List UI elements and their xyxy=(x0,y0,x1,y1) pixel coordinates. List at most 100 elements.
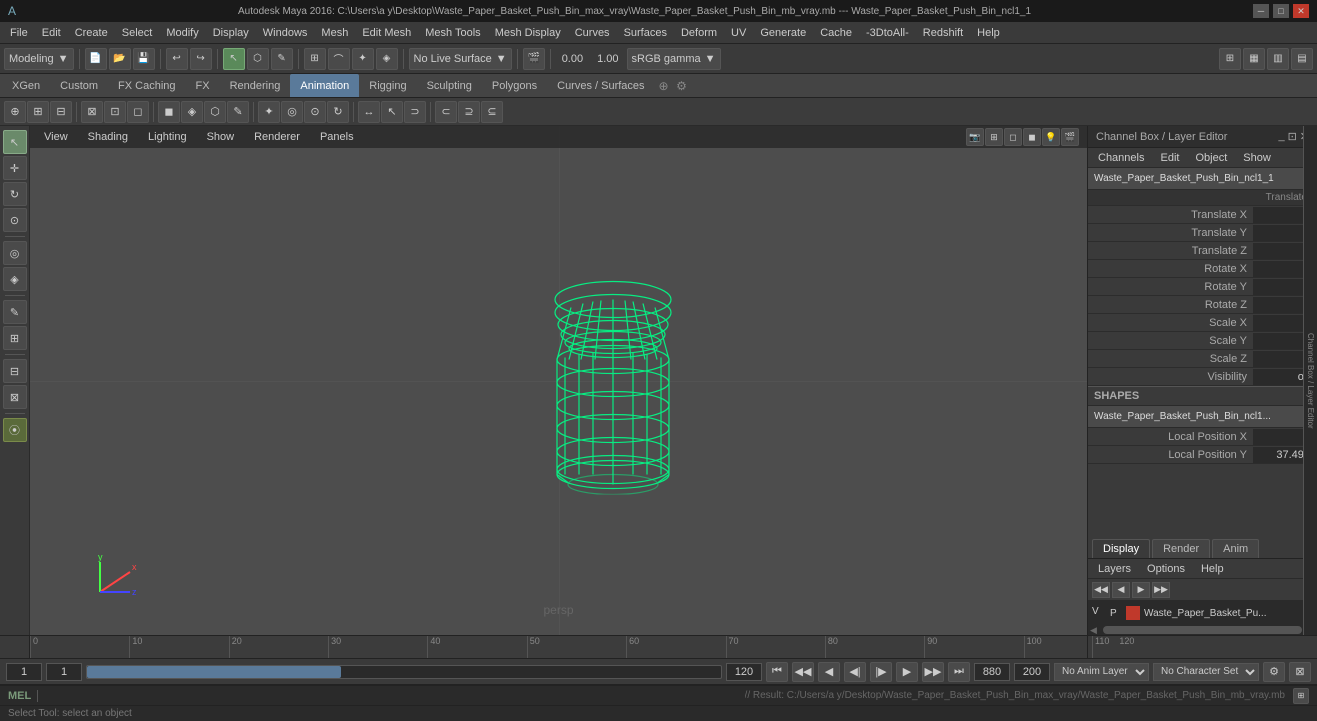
character-set-dropdown[interactable]: No Character Set xyxy=(1153,663,1259,681)
modeling-dropdown[interactable]: Modeling ▼ xyxy=(4,48,74,70)
vp-render-btn[interactable]: 🎬 xyxy=(1061,128,1079,146)
menu-item-uv[interactable]: UV xyxy=(725,25,752,41)
layout-btn1[interactable]: ⊞ xyxy=(1219,48,1241,70)
cb-minimize-icon[interactable]: _ xyxy=(1278,130,1284,143)
scroll-left-arrow[interactable]: ◀ xyxy=(1088,625,1099,636)
shelf-icon-12[interactable]: ⊙ xyxy=(304,101,326,123)
timeline-numbers[interactable]: 0 10 20 30 40 50 60 70 80 90 100 xyxy=(30,636,1087,658)
next-key-btn[interactable]: |▶ xyxy=(870,662,892,682)
attribute-editor-tab[interactable]: Channel Box / Layer Editor xyxy=(1303,126,1317,635)
layer-color-swatch[interactable] xyxy=(1126,606,1140,620)
menu-item-surfaces[interactable]: Surfaces xyxy=(618,25,673,41)
render-tab[interactable]: Render xyxy=(1152,539,1210,558)
shelf-icon-2[interactable]: ⊟ xyxy=(50,101,72,123)
menu-item-create[interactable]: Create xyxy=(69,25,114,41)
anim-tab[interactable]: Anim xyxy=(1212,539,1259,558)
script-editor-btn[interactable]: ⊞ xyxy=(1293,688,1309,704)
edit-menu[interactable]: Edit xyxy=(1156,151,1183,165)
rotate-y-row[interactable]: Rotate Y xyxy=(1088,278,1317,296)
tab-pin[interactable]: ⊕ xyxy=(655,77,673,95)
shelf-icon-7[interactable]: ◈ xyxy=(181,101,203,123)
shelf-tab-xgen[interactable]: XGen xyxy=(2,74,50,97)
menu-item-help[interactable]: Help xyxy=(971,25,1006,41)
next-frame-btn[interactable]: ▶ xyxy=(896,662,918,682)
save-button[interactable]: 💾 xyxy=(133,48,155,70)
translate-z-row[interactable]: Translate Z xyxy=(1088,242,1317,260)
channels-menu[interactable]: Channels xyxy=(1094,151,1148,165)
shading-menu[interactable]: Shading xyxy=(82,129,134,145)
vp-cam-btn[interactable]: 📷 xyxy=(966,128,984,146)
current-frame-input[interactable] xyxy=(46,663,82,681)
layer-nav-start[interactable]: ◀◀ xyxy=(1092,582,1110,598)
playback-range-slider[interactable] xyxy=(86,665,722,679)
layer-nav-prev[interactable]: ◀ xyxy=(1112,582,1130,598)
live-surface-dropdown[interactable]: No Live Surface ▼ xyxy=(409,48,512,70)
shelf-icon-5[interactable]: ◻ xyxy=(127,101,149,123)
translate-y-row[interactable]: Translate Y xyxy=(1088,224,1317,242)
display-opts-vert[interactable]: ⊟ xyxy=(3,359,27,383)
range-max-input[interactable] xyxy=(1014,663,1050,681)
menu-item-curves[interactable]: Curves xyxy=(569,25,616,41)
vp-shade-btn[interactable]: ◼ xyxy=(1023,128,1041,146)
renderer-menu[interactable]: Renderer xyxy=(248,129,306,145)
shelf-icon-17[interactable]: ⊂ xyxy=(435,101,457,123)
select-tool[interactable]: ↖ xyxy=(223,48,245,70)
menu-item-windows[interactable]: Windows xyxy=(257,25,314,41)
menu-item-generate[interactable]: Generate xyxy=(754,25,812,41)
shelf-icon-16[interactable]: ⊃ xyxy=(404,101,426,123)
menu-item-deform[interactable]: Deform xyxy=(675,25,723,41)
show-menu-cb[interactable]: Show xyxy=(1239,151,1275,165)
show-menu[interactable]: Show xyxy=(201,129,241,145)
snap-point[interactable]: ✦ xyxy=(352,48,374,70)
shelf-icon-14[interactable]: ↔ xyxy=(358,101,380,123)
prev-frame-btn[interactable]: ◀ xyxy=(818,662,840,682)
translate-x-row[interactable]: Translate X xyxy=(1088,206,1317,224)
anim-settings-btn[interactable]: ⚙ xyxy=(1263,662,1285,682)
scale-z-row[interactable]: Scale Z xyxy=(1088,350,1317,368)
shelf-tab-rigging[interactable]: Rigging xyxy=(359,74,416,97)
shelf-icon-15[interactable]: ↖ xyxy=(381,101,403,123)
rotate-x-row[interactable]: Rotate X xyxy=(1088,260,1317,278)
menu-item-modify[interactable]: Modify xyxy=(160,25,204,41)
shelf-icon-19[interactable]: ⊆ xyxy=(481,101,503,123)
shelf-tab-custom[interactable]: Custom xyxy=(50,74,108,97)
render-btn[interactable]: 🎬 xyxy=(523,48,545,70)
layout-btn2[interactable]: ▦ xyxy=(1243,48,1265,70)
render-region-vert[interactable]: ⊠ xyxy=(3,385,27,409)
close-button[interactable]: ✕ xyxy=(1293,4,1309,18)
menu-item-edit-mesh[interactable]: Edit Mesh xyxy=(356,25,417,41)
help-menu-layer[interactable]: Help xyxy=(1197,562,1228,576)
gamma-dropdown[interactable]: sRGB gamma ▼ xyxy=(627,48,721,70)
display-tab[interactable]: Display xyxy=(1092,539,1150,558)
prev-key-btn[interactable]: ◀| xyxy=(844,662,866,682)
options-menu[interactable]: Options xyxy=(1143,562,1189,576)
maximize-button[interactable]: □ xyxy=(1273,4,1289,18)
playback-end-input[interactable] xyxy=(974,663,1010,681)
new-button[interactable]: 📄 xyxy=(85,48,107,70)
shelf-tab-fx-caching[interactable]: FX Caching xyxy=(108,74,185,97)
shelf-icon-4[interactable]: ⊡ xyxy=(104,101,126,123)
scale-x-row[interactable]: Scale X xyxy=(1088,314,1317,332)
visibility-row[interactable]: Visibility xyxy=(1088,368,1317,386)
redo-button[interactable]: ↪ xyxy=(190,48,212,70)
menu-item-file[interactable]: File xyxy=(4,25,34,41)
local-pos-x-row[interactable]: Local Position X xyxy=(1088,428,1317,446)
shelf-tab-rendering[interactable]: Rendering xyxy=(220,74,291,97)
panels-menu[interactable]: Panels xyxy=(314,129,360,145)
step-back-btn[interactable]: ◀◀ xyxy=(792,662,814,682)
command-line-input[interactable] xyxy=(48,688,736,704)
menu-item-mesh-display[interactable]: Mesh Display xyxy=(489,25,567,41)
shelf-icon-0[interactable]: ⊕ xyxy=(4,101,26,123)
object-menu[interactable]: Object xyxy=(1191,151,1231,165)
snap-curve[interactable]: ⌒ xyxy=(328,48,350,70)
shelf-icon-9[interactable]: ✎ xyxy=(227,101,249,123)
shelf-tab-fx[interactable]: FX xyxy=(186,74,220,97)
menu-item-redshift[interactable]: Redshift xyxy=(917,25,969,41)
vp-wire-btn[interactable]: ◻ xyxy=(1004,128,1022,146)
shelf-icon-6[interactable]: ◼ xyxy=(158,101,180,123)
menu-item-edit[interactable]: Edit xyxy=(36,25,67,41)
shelf-tab-polygons[interactable]: Polygons xyxy=(482,74,547,97)
scale-tool-vert[interactable]: ⊙ xyxy=(3,208,27,232)
layout-btn4[interactable]: ▤ xyxy=(1291,48,1313,70)
menu-item-cache[interactable]: Cache xyxy=(814,25,858,41)
